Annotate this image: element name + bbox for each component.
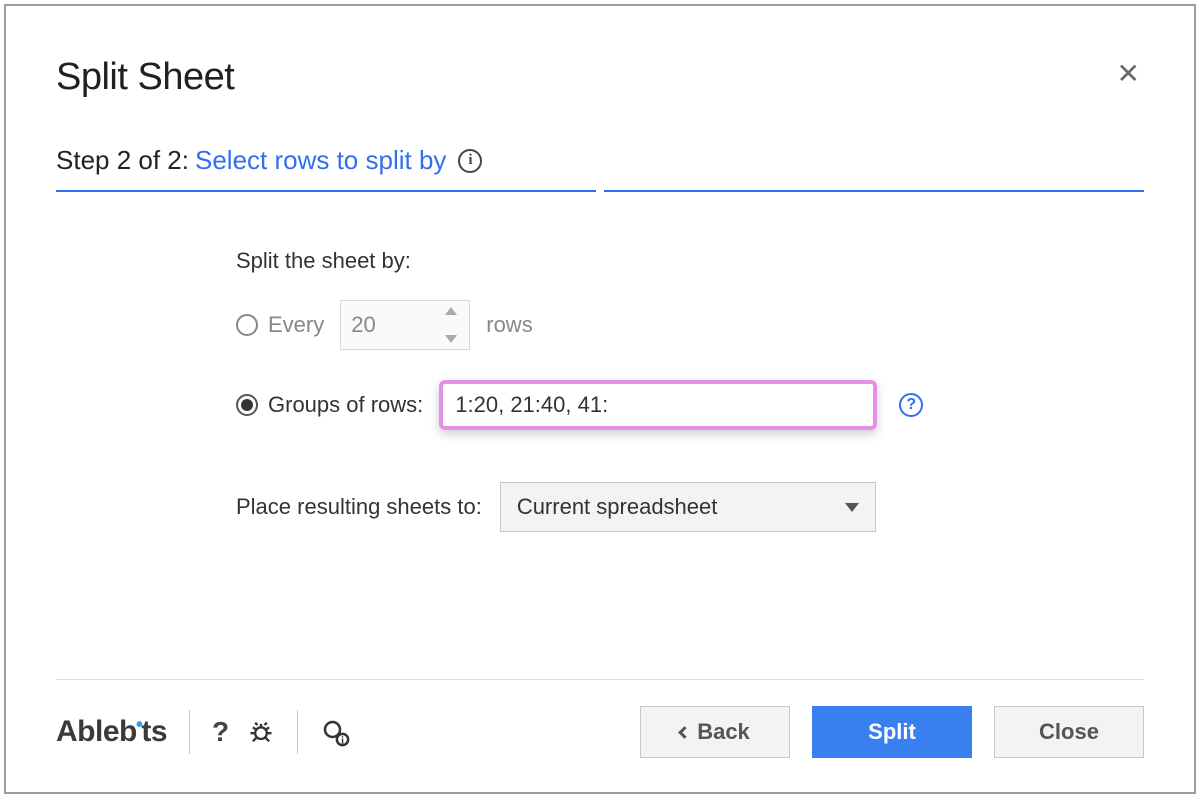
groups-input-value: 1:20, 21:40, 41:	[455, 392, 608, 418]
dialog-footer: Ableb•ts ? i	[56, 679, 1144, 792]
every-n-value: 20	[351, 312, 375, 338]
tool-icons: ?	[212, 716, 275, 748]
progress-seg-1	[56, 190, 596, 192]
every-n-input[interactable]: 20	[340, 300, 470, 350]
step-up-icon[interactable]	[445, 307, 457, 315]
back-button[interactable]: Back	[640, 706, 790, 758]
radio-groups[interactable]	[236, 394, 258, 416]
every-label: Every	[268, 312, 324, 338]
split-button[interactable]: Split	[812, 706, 972, 758]
step-lead: Step 2 of 2:	[56, 145, 189, 176]
split-by-label: Split the sheet by:	[236, 248, 1144, 274]
footer-buttons: Back Split Close	[640, 706, 1144, 758]
chevron-left-icon	[678, 726, 691, 739]
groups-input[interactable]: 1:20, 21:40, 41:	[439, 380, 877, 430]
split-sheet-dialog: Split Sheet ✕ Step 2 of 2: Select rows t…	[4, 4, 1196, 794]
place-select[interactable]: Current spreadsheet	[500, 482, 876, 532]
step-indicator: Step 2 of 2: Select rows to split by i	[56, 145, 1144, 176]
close-button[interactable]: Close	[994, 706, 1144, 758]
place-label: Place resulting sheets to:	[236, 494, 482, 520]
brand-dot: •	[136, 714, 143, 737]
step-down-icon[interactable]	[445, 335, 457, 343]
dialog-header: Split Sheet ✕	[56, 56, 1144, 99]
close-icon[interactable]: ✕	[1113, 56, 1144, 92]
option-groups-row: Groups of rows: 1:20, 21:40, 41: ?	[236, 380, 1144, 430]
rows-label: rows	[486, 312, 532, 338]
form-area: Split the sheet by: Every 20 rows Groups…	[56, 248, 1144, 532]
svg-text:i: i	[341, 735, 344, 746]
brand-logo[interactable]: Ableb•ts	[56, 715, 167, 749]
tool-icons-2: i	[320, 717, 350, 747]
step-link[interactable]: Select rows to split by	[195, 145, 446, 176]
chevron-down-icon	[845, 503, 859, 512]
divider	[189, 710, 190, 754]
dialog-title: Split Sheet	[56, 56, 234, 99]
bug-icon[interactable]	[247, 718, 275, 746]
progress-seg-2	[604, 190, 1144, 192]
info-icon[interactable]: i	[458, 149, 482, 173]
divider	[297, 710, 298, 754]
place-select-value: Current spreadsheet	[517, 494, 718, 520]
place-row: Place resulting sheets to: Current sprea…	[236, 482, 1144, 532]
search-info-icon[interactable]: i	[320, 717, 350, 747]
radio-every[interactable]	[236, 314, 258, 336]
help-icon[interactable]: ?	[899, 393, 923, 417]
option-every-row: Every 20 rows	[236, 300, 1144, 350]
help-button[interactable]: ?	[212, 716, 229, 748]
progress-bar	[56, 190, 1144, 192]
groups-label: Groups of rows:	[268, 392, 423, 418]
